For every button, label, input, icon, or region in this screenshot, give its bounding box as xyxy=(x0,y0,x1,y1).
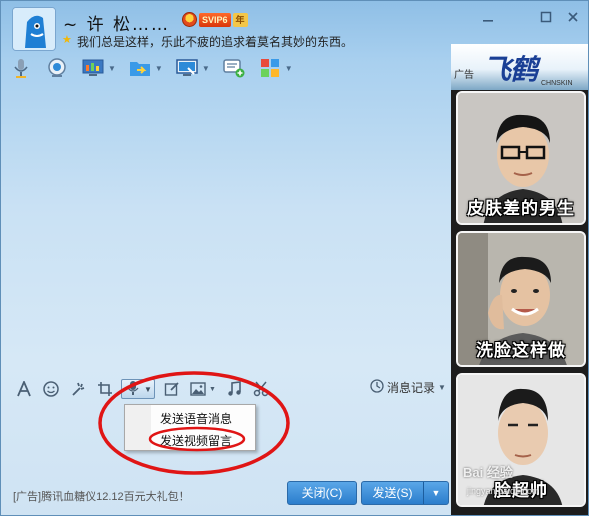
contact-signature: 我们总是这样，乐此不疲的追求着莫名其妙的东西。 xyxy=(77,35,354,49)
watermark: Bai 经验 xyxy=(463,465,513,480)
chevron-down-icon[interactable]: ▼ xyxy=(155,64,163,73)
remote-desktop-icon xyxy=(81,57,105,79)
ad-brand-en: CHNSKIN xyxy=(541,80,573,87)
voice-call-button[interactable] xyxy=(9,55,33,81)
video-call-button[interactable] xyxy=(45,55,69,81)
watermark-sub: jingyan.baidu.com xyxy=(467,486,540,496)
ad-card-caption: 皮肤差的男生 xyxy=(467,199,575,218)
screenshot-icon[interactable] xyxy=(94,379,116,399)
screen-share-icon xyxy=(175,57,199,79)
message-record-button[interactable]: 消息记录 ▼ xyxy=(370,379,446,396)
chevron-down-icon[interactable]: ▼ xyxy=(202,64,210,73)
minimize-icon[interactable] xyxy=(476,8,500,28)
chevron-down-icon: ▼ xyxy=(209,385,216,393)
input-toolbar: ▼ ▼ xyxy=(13,378,277,400)
file-transfer-button[interactable]: ▼ xyxy=(128,55,163,81)
chat-toolbar: ▼ ▼ ▼ ▼ xyxy=(9,55,305,81)
ad-tag: 广告 xyxy=(454,70,474,81)
send-options-chevron-icon[interactable]: ▼ xyxy=(424,482,448,504)
close-icon[interactable] xyxy=(561,8,585,28)
edit-icon[interactable] xyxy=(161,379,183,399)
ad-card-caption: 洗脸这样做 xyxy=(476,341,566,360)
scissors-icon[interactable] xyxy=(250,379,272,399)
year-badge: 年 xyxy=(232,12,248,27)
music-icon[interactable] xyxy=(223,379,245,399)
ad-brand: 飞鹤 xyxy=(483,53,538,86)
avatar[interactable] xyxy=(12,7,56,51)
screen-share-button[interactable]: ▼ xyxy=(175,55,210,81)
maximize-icon[interactable] xyxy=(534,8,558,28)
apps-icon xyxy=(258,57,282,79)
image-icon[interactable]: ▼ xyxy=(188,379,218,399)
menu-icon-strip xyxy=(125,405,151,450)
microphone-icon xyxy=(126,380,140,399)
ad-header[interactable]: 广告 飞鹤 CHNSKIN xyxy=(451,44,588,90)
nudge-icon[interactable] xyxy=(67,379,89,399)
apps-button[interactable]: ▼ xyxy=(258,55,293,81)
chevron-down-icon: ▼ xyxy=(144,384,152,394)
send-button[interactable]: 发送(S) xyxy=(362,482,424,504)
vip-badges[interactable]: SVIP6 年 xyxy=(182,12,248,27)
contact-nickname[interactable]: ~ 许 松…… xyxy=(63,10,170,35)
message-add-icon xyxy=(222,57,246,79)
ad-panel[interactable]: 广告 飞鹤 CHNSKIN 皮肤差的男生 洗脸这样做 脸超帅 xyxy=(451,44,588,515)
voice-context-menu: 发送语音消息 发送视频留言 xyxy=(124,404,256,451)
message-record-label: 消息记录 xyxy=(387,381,436,395)
menu-item-send-video[interactable]: 发送视频留言 xyxy=(160,432,232,449)
microphone-icon xyxy=(9,57,33,79)
menu-item-send-voice[interactable]: 发送语音消息 xyxy=(160,410,232,427)
remote-desktop-button[interactable]: ▼ xyxy=(81,55,116,81)
ad-card-2[interactable]: 洗脸这样做 xyxy=(456,231,586,367)
send-button-group: 发送(S) ▼ xyxy=(361,481,449,505)
emoji-icon[interactable] xyxy=(40,379,62,399)
chat-window: ~ 许 松…… SVIP6 年 ★ 我们总是这样，乐此不疲的追求着莫名其妙的东西… xyxy=(0,0,589,516)
create-discussion-button[interactable] xyxy=(222,55,246,81)
font-icon[interactable] xyxy=(13,379,35,399)
message-history-area[interactable] xyxy=(6,85,449,375)
bottom-ad-link[interactable]: [广告]腾讯血糖仪12.12百元大礼包！ xyxy=(13,488,190,504)
file-transfer-icon xyxy=(128,57,152,79)
ad-card-1[interactable]: 皮肤差的男生 xyxy=(456,91,586,225)
webcam-icon xyxy=(45,57,69,79)
clock-icon xyxy=(370,379,384,396)
voice-message-button[interactable]: ▼ xyxy=(121,379,155,399)
chevron-down-icon[interactable]: ▼ xyxy=(285,64,293,73)
close-button[interactable]: 关闭(C) xyxy=(287,481,357,505)
chevron-down-icon: ▼ xyxy=(438,383,446,392)
star-icon: ★ xyxy=(62,34,72,46)
vip-penguin-icon xyxy=(182,12,197,27)
vip-badge: SVIP6 xyxy=(199,12,231,27)
chevron-down-icon[interactable]: ▼ xyxy=(108,64,116,73)
